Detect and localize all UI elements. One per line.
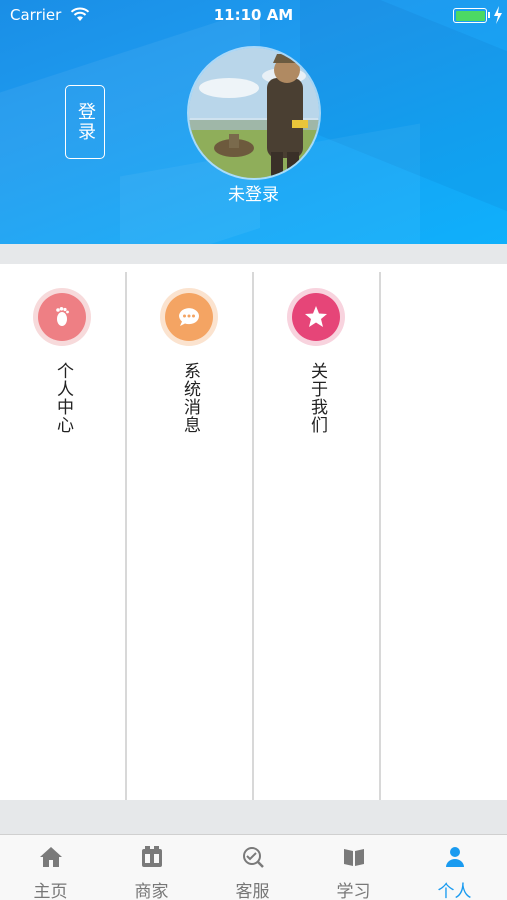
battery-tip xyxy=(488,12,490,18)
person-icon xyxy=(446,847,464,867)
menu-item-empty xyxy=(381,272,507,800)
shop-icon xyxy=(142,846,162,867)
chat-bubble-icon xyxy=(179,308,199,326)
clock: 11:10 AM xyxy=(213,6,294,24)
star-icon-badge xyxy=(287,288,345,346)
status-bar: Carrier 11:10 AM xyxy=(0,0,507,30)
menu-item-personal-center[interactable]: 个人中心 xyxy=(0,272,127,800)
user-name-label: 未登录 xyxy=(228,185,279,205)
menu-item-label: 个人中心 xyxy=(53,362,73,434)
tab-label: 主页 xyxy=(33,882,68,900)
home-icon xyxy=(40,847,62,867)
menu-item-label: 关于我们 xyxy=(307,362,327,434)
menu-item-about-us[interactable]: 关于我们 xyxy=(254,272,381,800)
login-button[interactable]: 登录 xyxy=(65,85,105,159)
menu-grid: 个人中心 系统消息 关于我们 xyxy=(0,264,507,800)
profile-header: Carrier 11:10 AM 登录 未登录 xyxy=(0,0,507,244)
section-divider xyxy=(0,244,507,264)
avatar[interactable] xyxy=(187,46,321,180)
charging-icon xyxy=(494,6,502,24)
chat-bubble-icon-badge xyxy=(160,288,218,346)
tab-label: 学习 xyxy=(336,882,371,900)
tab-label: 个人 xyxy=(437,882,472,900)
menu-item-system-messages[interactable]: 系统消息 xyxy=(127,272,254,800)
footprint-icon xyxy=(56,307,69,326)
tab-label: 商家 xyxy=(134,882,169,900)
avatar-image xyxy=(189,48,319,178)
battery-icon xyxy=(453,8,487,23)
tab-personal[interactable]: 个人 xyxy=(404,835,505,900)
tab-label: 客服 xyxy=(235,882,270,900)
book-icon xyxy=(344,849,364,866)
tab-home[interactable]: 主页 xyxy=(0,835,101,900)
tab-shop[interactable]: 商家 xyxy=(101,835,202,900)
footprint-icon-badge xyxy=(33,288,91,346)
star-icon xyxy=(305,306,327,327)
menu-item-label: 系统消息 xyxy=(180,362,200,434)
tab-bar: 主页 商家 客服 学习 个人 xyxy=(0,834,507,900)
tab-service[interactable]: 客服 xyxy=(202,835,303,900)
tab-study[interactable]: 学习 xyxy=(303,835,404,900)
service-icon xyxy=(243,847,264,868)
section-divider xyxy=(0,800,507,834)
